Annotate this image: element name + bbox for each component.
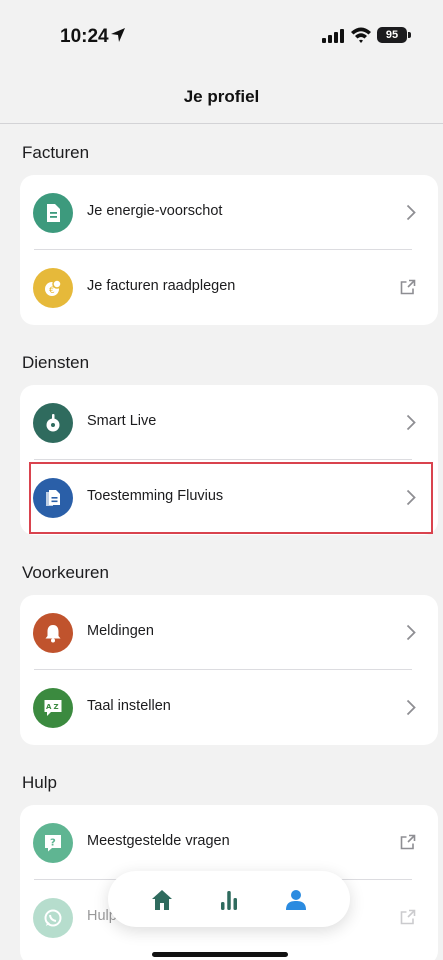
card-voorkeuren: Meldingen AZ Taal instellen [20, 595, 438, 745]
list-item-label: Taal instellen [87, 698, 171, 714]
external-link-icon [400, 279, 416, 295]
svg-text:Z: Z [54, 703, 59, 711]
external-link-icon [400, 909, 416, 925]
consent-document-icon [33, 478, 73, 518]
list-item-label: Je facturen raadplegen [87, 278, 236, 294]
svg-text:?: ? [50, 838, 56, 849]
location-arrow-icon [111, 28, 125, 42]
chevron-right-icon [406, 624, 416, 641]
nav-header: Je profiel [0, 70, 443, 124]
card-diensten: Smart Live Toestemming Fluvius [20, 385, 438, 535]
bell-icon [33, 613, 73, 653]
home-indicator [152, 952, 288, 957]
svg-text:A: A [46, 703, 52, 711]
coins-icon: € [33, 268, 73, 308]
list-item-toestemming-fluvius[interactable]: Toestemming Fluvius [20, 460, 438, 535]
external-link-icon [400, 834, 416, 850]
chevron-right-icon [406, 699, 416, 716]
list-item-label: Toestemming Fluvius [87, 488, 224, 504]
page-title: Je profiel [183, 87, 260, 106]
translate-icon: AZ [33, 688, 73, 728]
card-facturen: Je energie-voorschot € Je facturen raadp… [20, 175, 438, 325]
list-item-label: Je energie-voorschot [87, 203, 223, 219]
section-title-voorkeuren: Voorkeuren [22, 563, 109, 582]
chevron-right-icon [406, 489, 416, 506]
section-title-diensten: Diensten [22, 353, 90, 372]
bottom-tab-bar [108, 871, 350, 927]
list-item-label: Smart Live [87, 413, 157, 429]
list-item-label: Meldingen [87, 623, 154, 639]
section-title-hulp: Hulp [22, 773, 57, 792]
whatsapp-icon [33, 898, 73, 938]
list-item-meestgestelde-vragen[interactable]: ? Meestgestelde vragen [20, 805, 438, 880]
home-icon[interactable] [150, 888, 174, 912]
status-time: 10:24 [60, 26, 109, 47]
status-bar: 10:24 95 [0, 0, 443, 70]
person-icon[interactable] [284, 888, 308, 912]
list-item-taal-instellen[interactable]: AZ Taal instellen [20, 670, 438, 745]
battery-tip [408, 32, 411, 38]
chevron-right-icon [406, 414, 416, 431]
list-item-meldingen[interactable]: Meldingen [20, 595, 438, 670]
bar-chart-icon[interactable] [217, 888, 241, 912]
list-item-smart-live[interactable]: Smart Live [20, 385, 438, 460]
svg-text:€: € [49, 286, 55, 296]
list-item-label: Meestgestelde vragen [87, 833, 230, 849]
chevron-right-icon [406, 204, 416, 221]
list-item-facturen-raadplegen[interactable]: € Je facturen raadplegen [20, 250, 438, 325]
question-icon: ? [33, 823, 73, 863]
cellular-signal-icon [322, 29, 344, 43]
document-icon [33, 193, 73, 233]
wifi-icon [351, 27, 371, 43]
battery-indicator: 95 [377, 27, 407, 43]
smart-meter-icon [33, 403, 73, 443]
section-title-facturen: Facturen [22, 143, 90, 162]
list-item-energie-voorschot[interactable]: Je energie-voorschot [20, 175, 438, 250]
